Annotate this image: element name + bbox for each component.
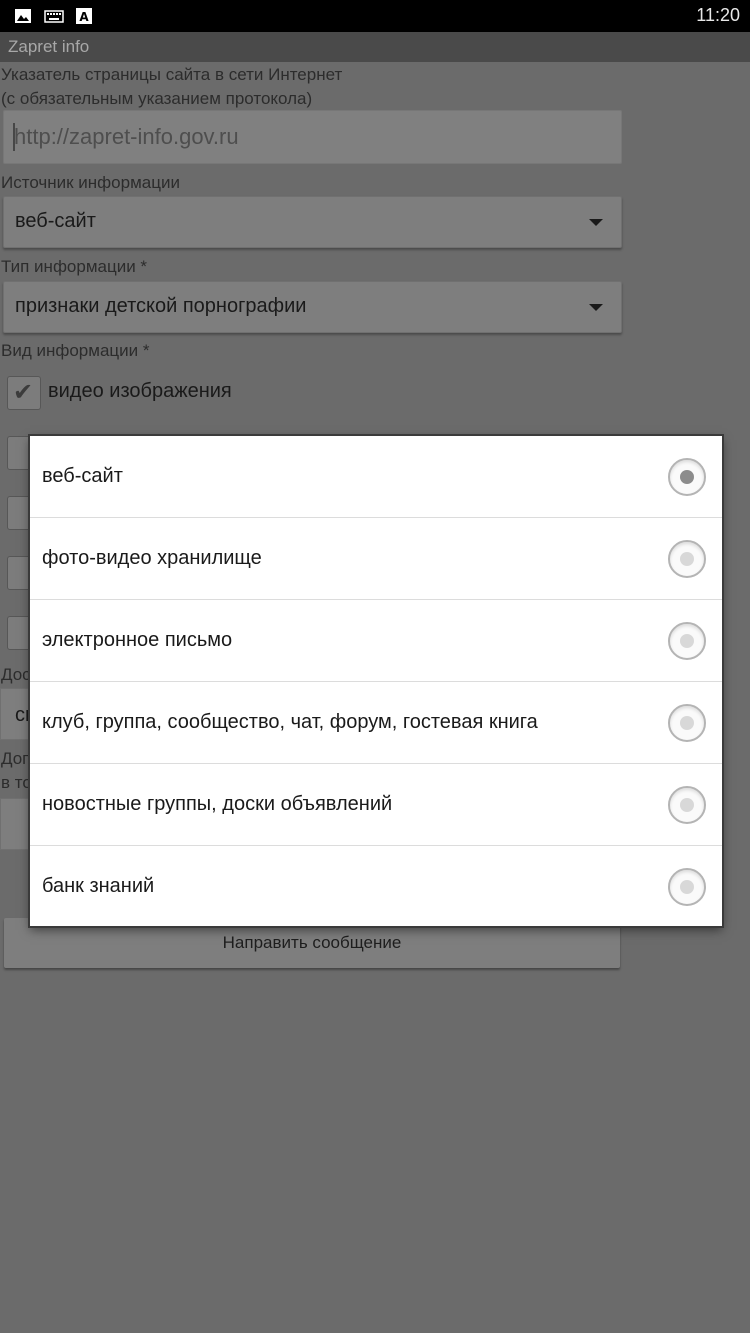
radio-button[interactable] [668, 622, 706, 660]
kind-label: Вид информации * [1, 341, 150, 360]
radio-dot-icon [680, 470, 694, 484]
radio-button[interactable] [668, 868, 706, 906]
option-label: веб-сайт [42, 465, 123, 487]
radio-button[interactable] [668, 786, 706, 824]
dropdown-arrow-icon [589, 304, 603, 311]
status-bar: A 11:20 [0, 0, 750, 32]
dropdown-arrow-icon [589, 219, 603, 226]
source-label: Источник информации [1, 173, 180, 192]
partial-label: Доп [1, 749, 29, 768]
radio-button[interactable] [668, 458, 706, 496]
keyboard-icon [44, 10, 64, 23]
option-club-forum[interactable]: клуб, группа, сообщество, чат, форум, го… [30, 682, 722, 764]
url-label-line1: Указатель страницы сайта в сети Интернет [1, 65, 343, 84]
partial-select[interactable]: сн [0, 688, 30, 740]
radio-button[interactable] [668, 704, 706, 742]
option-label: банк знаний [42, 875, 155, 897]
type-select[interactable]: признаки детской порнографии [3, 281, 622, 333]
text-icon: A [76, 8, 92, 24]
partial-input[interactable] [0, 798, 30, 850]
type-label: Тип информации * [1, 257, 148, 276]
url-label-line2: (с обязательным указанием протокола) [1, 89, 313, 108]
option-photo-video-storage[interactable]: фото-видео хранилище [30, 518, 722, 600]
option-website[interactable]: веб-сайт [30, 436, 722, 518]
partial-label: Дос [1, 665, 29, 684]
source-select-value: веб-сайт [15, 210, 96, 232]
radio-dot-icon [680, 798, 694, 812]
app-title: Zapret info [8, 37, 90, 56]
option-knowledge-bank[interactable]: банк знаний [30, 846, 722, 927]
radio-dot-icon [680, 552, 694, 566]
app-bar: Zapret info [0, 32, 750, 62]
svg-text:A: A [79, 10, 89, 24]
type-select-value: признаки детской порнографии [15, 295, 307, 317]
url-input[interactable]: http://zapret-info.gov.ru [3, 110, 622, 164]
radio-dot-icon [680, 716, 694, 730]
status-time: 11:20 [696, 5, 740, 25]
radio-button[interactable] [668, 540, 706, 578]
radio-dot-icon [680, 634, 694, 648]
option-label: электронное письмо [42, 629, 233, 651]
option-email[interactable]: электронное письмо [30, 600, 722, 682]
option-label: новостные группы, доски объявлений [42, 793, 393, 815]
kind-checkbox-video[interactable]: ✔ [7, 376, 41, 410]
submit-button-label: Направить сообщение [222, 933, 402, 952]
option-label: клуб, группа, сообщество, чат, форум, го… [42, 711, 538, 733]
option-label: фото-видео хранилище [42, 547, 262, 569]
checkmark-icon: ✔ [13, 379, 34, 406]
option-news-boards[interactable]: новостные группы, доски объявлений [30, 764, 722, 846]
partial-select-value: сн [15, 704, 29, 726]
source-options-dialog: веб-сайт фото-видео хранилище электронно… [30, 436, 722, 926]
image-icon [15, 9, 31, 23]
radio-dot-icon [680, 880, 694, 894]
source-select[interactable]: веб-сайт [3, 196, 622, 248]
kind-checkbox-label: видео изображения [48, 380, 232, 402]
partial-label: в то [1, 773, 29, 792]
url-placeholder: http://zapret-info.gov.ru [14, 124, 239, 149]
